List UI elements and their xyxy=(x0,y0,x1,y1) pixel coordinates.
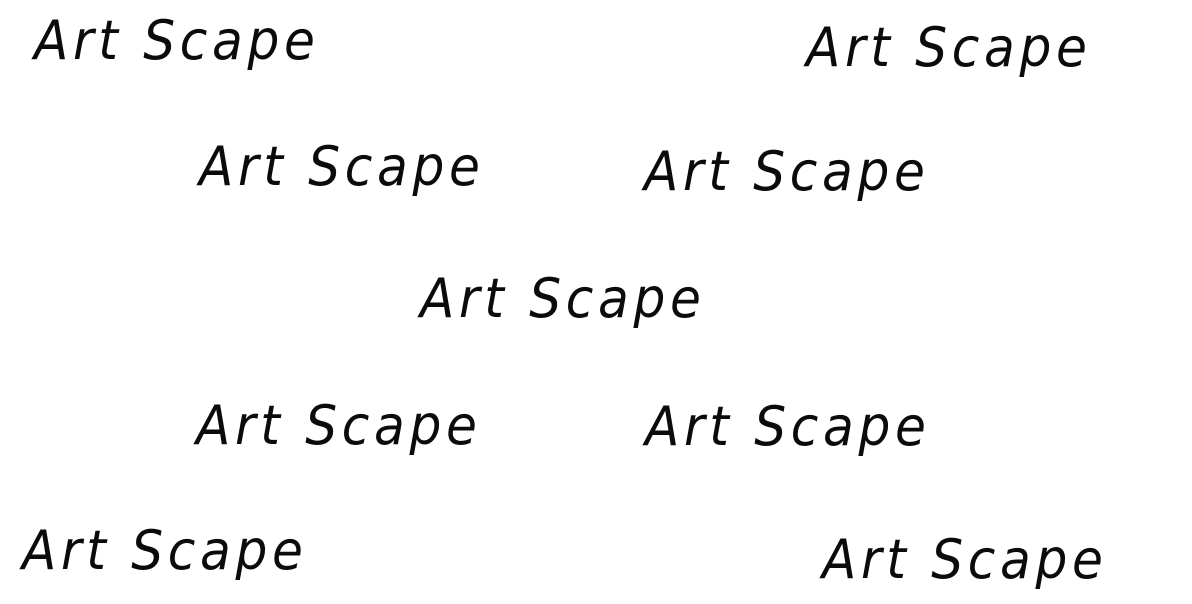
art-scape-wordmark-2: Art Scape xyxy=(806,16,1092,79)
art-scape-wordmark-1: Art Scape xyxy=(34,9,320,72)
art-scape-wordmark-4: Art Scape xyxy=(644,140,930,203)
art-scape-wordmark-7: Art Scape xyxy=(645,395,931,458)
art-scape-wordmark-3: Art Scape xyxy=(199,135,485,198)
art-scape-wordmark-8: Art Scape xyxy=(22,519,308,582)
art-scape-wordmark-6: Art Scape xyxy=(196,394,482,457)
art-scape-wordmark-9: Art Scape xyxy=(822,528,1108,591)
art-scape-wordmark-5: Art Scape xyxy=(420,267,706,330)
